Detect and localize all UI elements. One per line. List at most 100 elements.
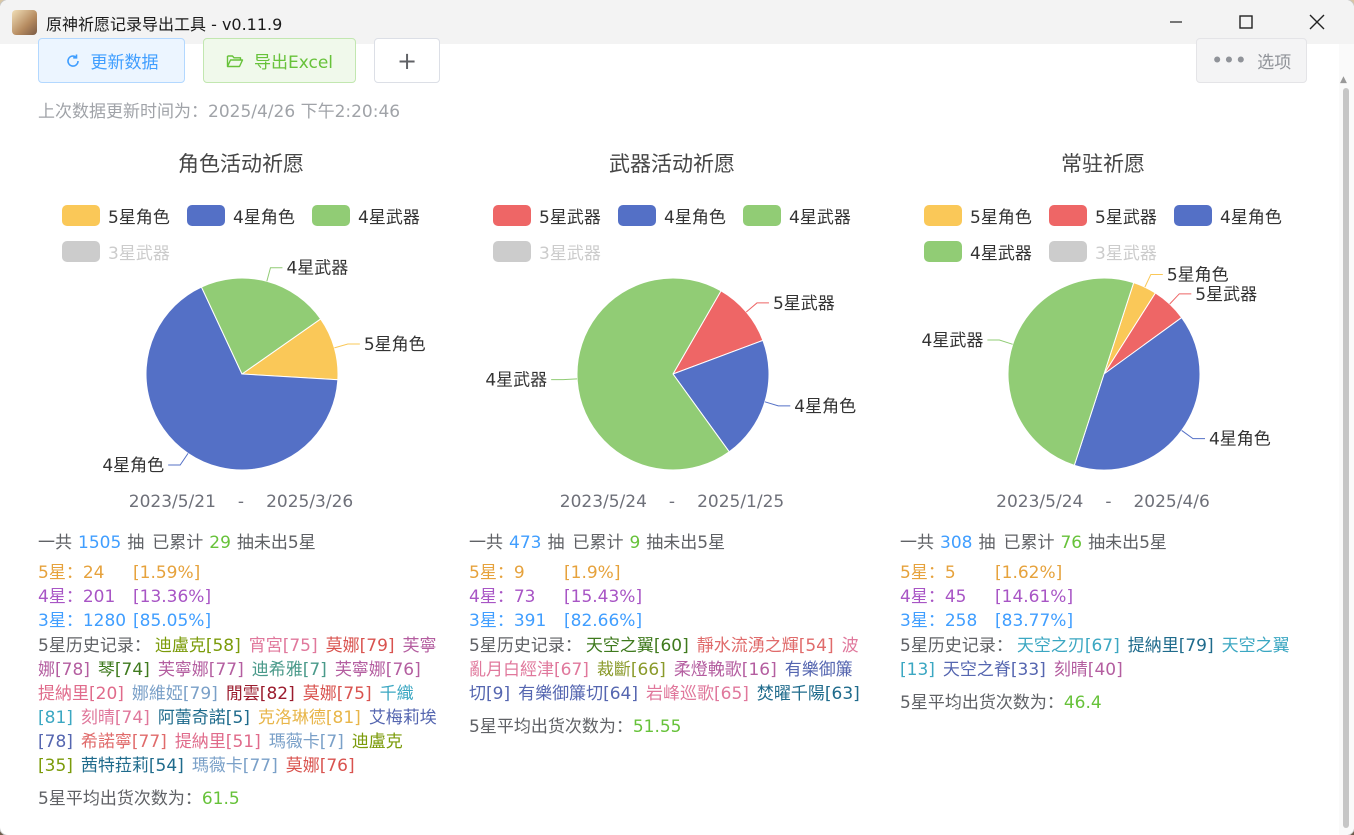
rarity-stat: 4星：201 [13.36%] <box>38 582 211 607</box>
rarity-stat: 3星：258 [83.77%] <box>900 606 1073 631</box>
pie-slice-label: 4星武器 <box>485 371 547 391</box>
legend-item[interactable]: 3星武器 <box>62 239 170 264</box>
pie-label-line <box>266 267 283 282</box>
panel-title: 武器活动祈愿 <box>609 152 735 176</box>
rarity-stat: 3星：391 [82.66%] <box>469 606 642 631</box>
legend-item[interactable]: 4星角色 <box>187 203 295 228</box>
average-value: 46.4 <box>1063 693 1102 713</box>
average-pulls: 5星平均出货次数为：61.5 <box>38 784 240 809</box>
legend-item[interactable]: 5星武器 <box>493 203 601 228</box>
legend-item[interactable]: 5星角色 <box>924 203 1032 228</box>
pie-slice[interactable] <box>1103 282 1157 375</box>
rarity-percent: [15.43%] <box>564 587 643 607</box>
rarity-percent: [83.77%] <box>995 611 1074 631</box>
history-item: 焚曜千陽[63] <box>756 684 860 704</box>
history-item: 柔燈輓歌[16] <box>673 660 777 680</box>
export-excel-button[interactable]: 导出Excel <box>203 38 356 83</box>
rarity-stat: 3星：1280 [85.05%] <box>38 606 211 631</box>
average-label: 5星平均出货次数为： <box>469 717 633 737</box>
options-label: 选项 <box>1257 53 1292 73</box>
pie-slice[interactable] <box>240 318 339 381</box>
average-value: 51.55 <box>632 717 682 737</box>
total-unit: 抽 <box>547 533 565 553</box>
acc-count: 9 <box>629 533 641 553</box>
scrollbar-thumb[interactable] <box>1343 88 1349 828</box>
rarity-stat: 5星：9 [1.9%] <box>469 558 620 583</box>
pie-slice-label: 4星武器 <box>286 259 348 279</box>
options-button[interactable]: ••• 选项 <box>1196 38 1307 83</box>
legend-item[interactable]: 4星武器 <box>312 203 420 228</box>
pie-slice[interactable] <box>200 277 322 375</box>
pie-slice-label: 5星角色 <box>364 335 426 355</box>
legend-item[interactable]: 3星武器 <box>1049 239 1157 264</box>
history-item: 瑪薇卡[77] <box>191 756 278 776</box>
date-range: 2023/5/24 - 2025/4/6 <box>900 492 1306 512</box>
date-end: 2025/3/26 <box>266 492 354 512</box>
pie-label-line <box>551 378 578 381</box>
panel-title: 常驻祈愿 <box>1061 152 1145 176</box>
pie-slice[interactable] <box>1073 316 1201 471</box>
legend-label: 5星角色 <box>970 208 1032 228</box>
history-item: 有樂御簾切[64] <box>518 684 638 704</box>
pie-slice[interactable] <box>672 339 770 453</box>
close-icon <box>1309 14 1325 30</box>
history-item: 娜維婭[79] <box>131 684 218 704</box>
pie-label-line <box>334 343 360 349</box>
history-item: 天空之翼[60] <box>585 636 689 656</box>
rarity-count: 5星：24 <box>38 563 105 583</box>
legend-swatch <box>62 205 100 226</box>
legend-item[interactable]: 4星角色 <box>1174 203 1282 228</box>
minimize-icon <box>1170 21 1182 23</box>
legend-item[interactable]: 3星武器 <box>493 239 601 264</box>
rarity-stat: 4星：73 [15.43%] <box>469 582 642 607</box>
date-end: 2025/4/6 <box>1133 492 1210 512</box>
rarity-stat: 5星：5 [1.62%] <box>900 558 1062 583</box>
legend-item[interactable]: 4星武器 <box>743 203 851 228</box>
legend-swatch <box>62 241 100 262</box>
scroll-up-icon[interactable]: ▲ <box>1340 75 1347 85</box>
legend-swatch <box>187 205 225 226</box>
plus-icon: + <box>396 46 418 75</box>
rarity-percent: [1.59%] <box>133 563 201 583</box>
export-label: 导出Excel <box>253 53 334 73</box>
date-start: 2023/5/24 <box>996 492 1084 512</box>
legend-swatch <box>618 205 656 226</box>
history-item: 琴[74] <box>97 660 150 680</box>
pie-slice-label: 5星角色 <box>1167 265 1229 285</box>
legend-item[interactable]: 4星角色 <box>618 203 726 228</box>
rarity-count: 4星：201 <box>38 587 116 607</box>
history-item: 芙寧娜[76] <box>334 660 421 680</box>
pie-slice[interactable] <box>1103 292 1183 375</box>
rarity-count: 3星：1280 <box>38 611 127 631</box>
total-prefix: 一共 <box>469 533 503 553</box>
refresh-button[interactable]: 更新数据 <box>38 38 185 83</box>
rarity-percent: [13.36%] <box>133 587 212 607</box>
legend-label: 4星武器 <box>358 208 420 228</box>
pie-slice[interactable] <box>1007 277 1135 466</box>
average-value: 61.5 <box>201 789 240 809</box>
acc-count: 76 <box>1060 533 1083 553</box>
legend-item[interactable]: 4星武器 <box>924 239 1032 264</box>
pie-slice[interactable] <box>671 290 764 375</box>
more-icon: ••• <box>1211 50 1248 71</box>
legend-item[interactable]: 5星武器 <box>1049 203 1157 228</box>
legend-label: 3星武器 <box>539 244 601 264</box>
legend-label: 4星角色 <box>664 208 726 228</box>
pull-summary: 一共 1505 抽已累计 29 抽未出5星 <box>38 528 316 553</box>
pie-slice[interactable] <box>145 286 339 471</box>
legend-swatch <box>1174 205 1212 226</box>
history-item: 岩峰巡歌[65] <box>646 684 749 704</box>
average-pulls: 5星平均出货次数为：46.4 <box>900 688 1102 713</box>
add-button[interactable]: + <box>374 38 440 83</box>
five-star-history: 5星历史记录： 迪盧克[58] 宵宮[75] 莫娜[79] 芙寧娜[78] 琴[74] 芙寧… <box>38 634 438 778</box>
minimize-button[interactable] <box>1153 0 1199 44</box>
history-label: 5星历史记录： <box>469 636 582 656</box>
pie-slice[interactable] <box>576 277 730 471</box>
legend-item[interactable]: 5星角色 <box>62 203 170 228</box>
legend-label: 4星武器 <box>789 208 851 228</box>
refresh-label: 更新数据 <box>90 53 159 73</box>
average-pulls: 5星平均出货次数为：51.55 <box>469 712 682 737</box>
rarity-percent: [82.66%] <box>564 611 643 631</box>
pie-label-line <box>168 453 189 466</box>
pie-slice-label: 4星角色 <box>794 397 856 417</box>
